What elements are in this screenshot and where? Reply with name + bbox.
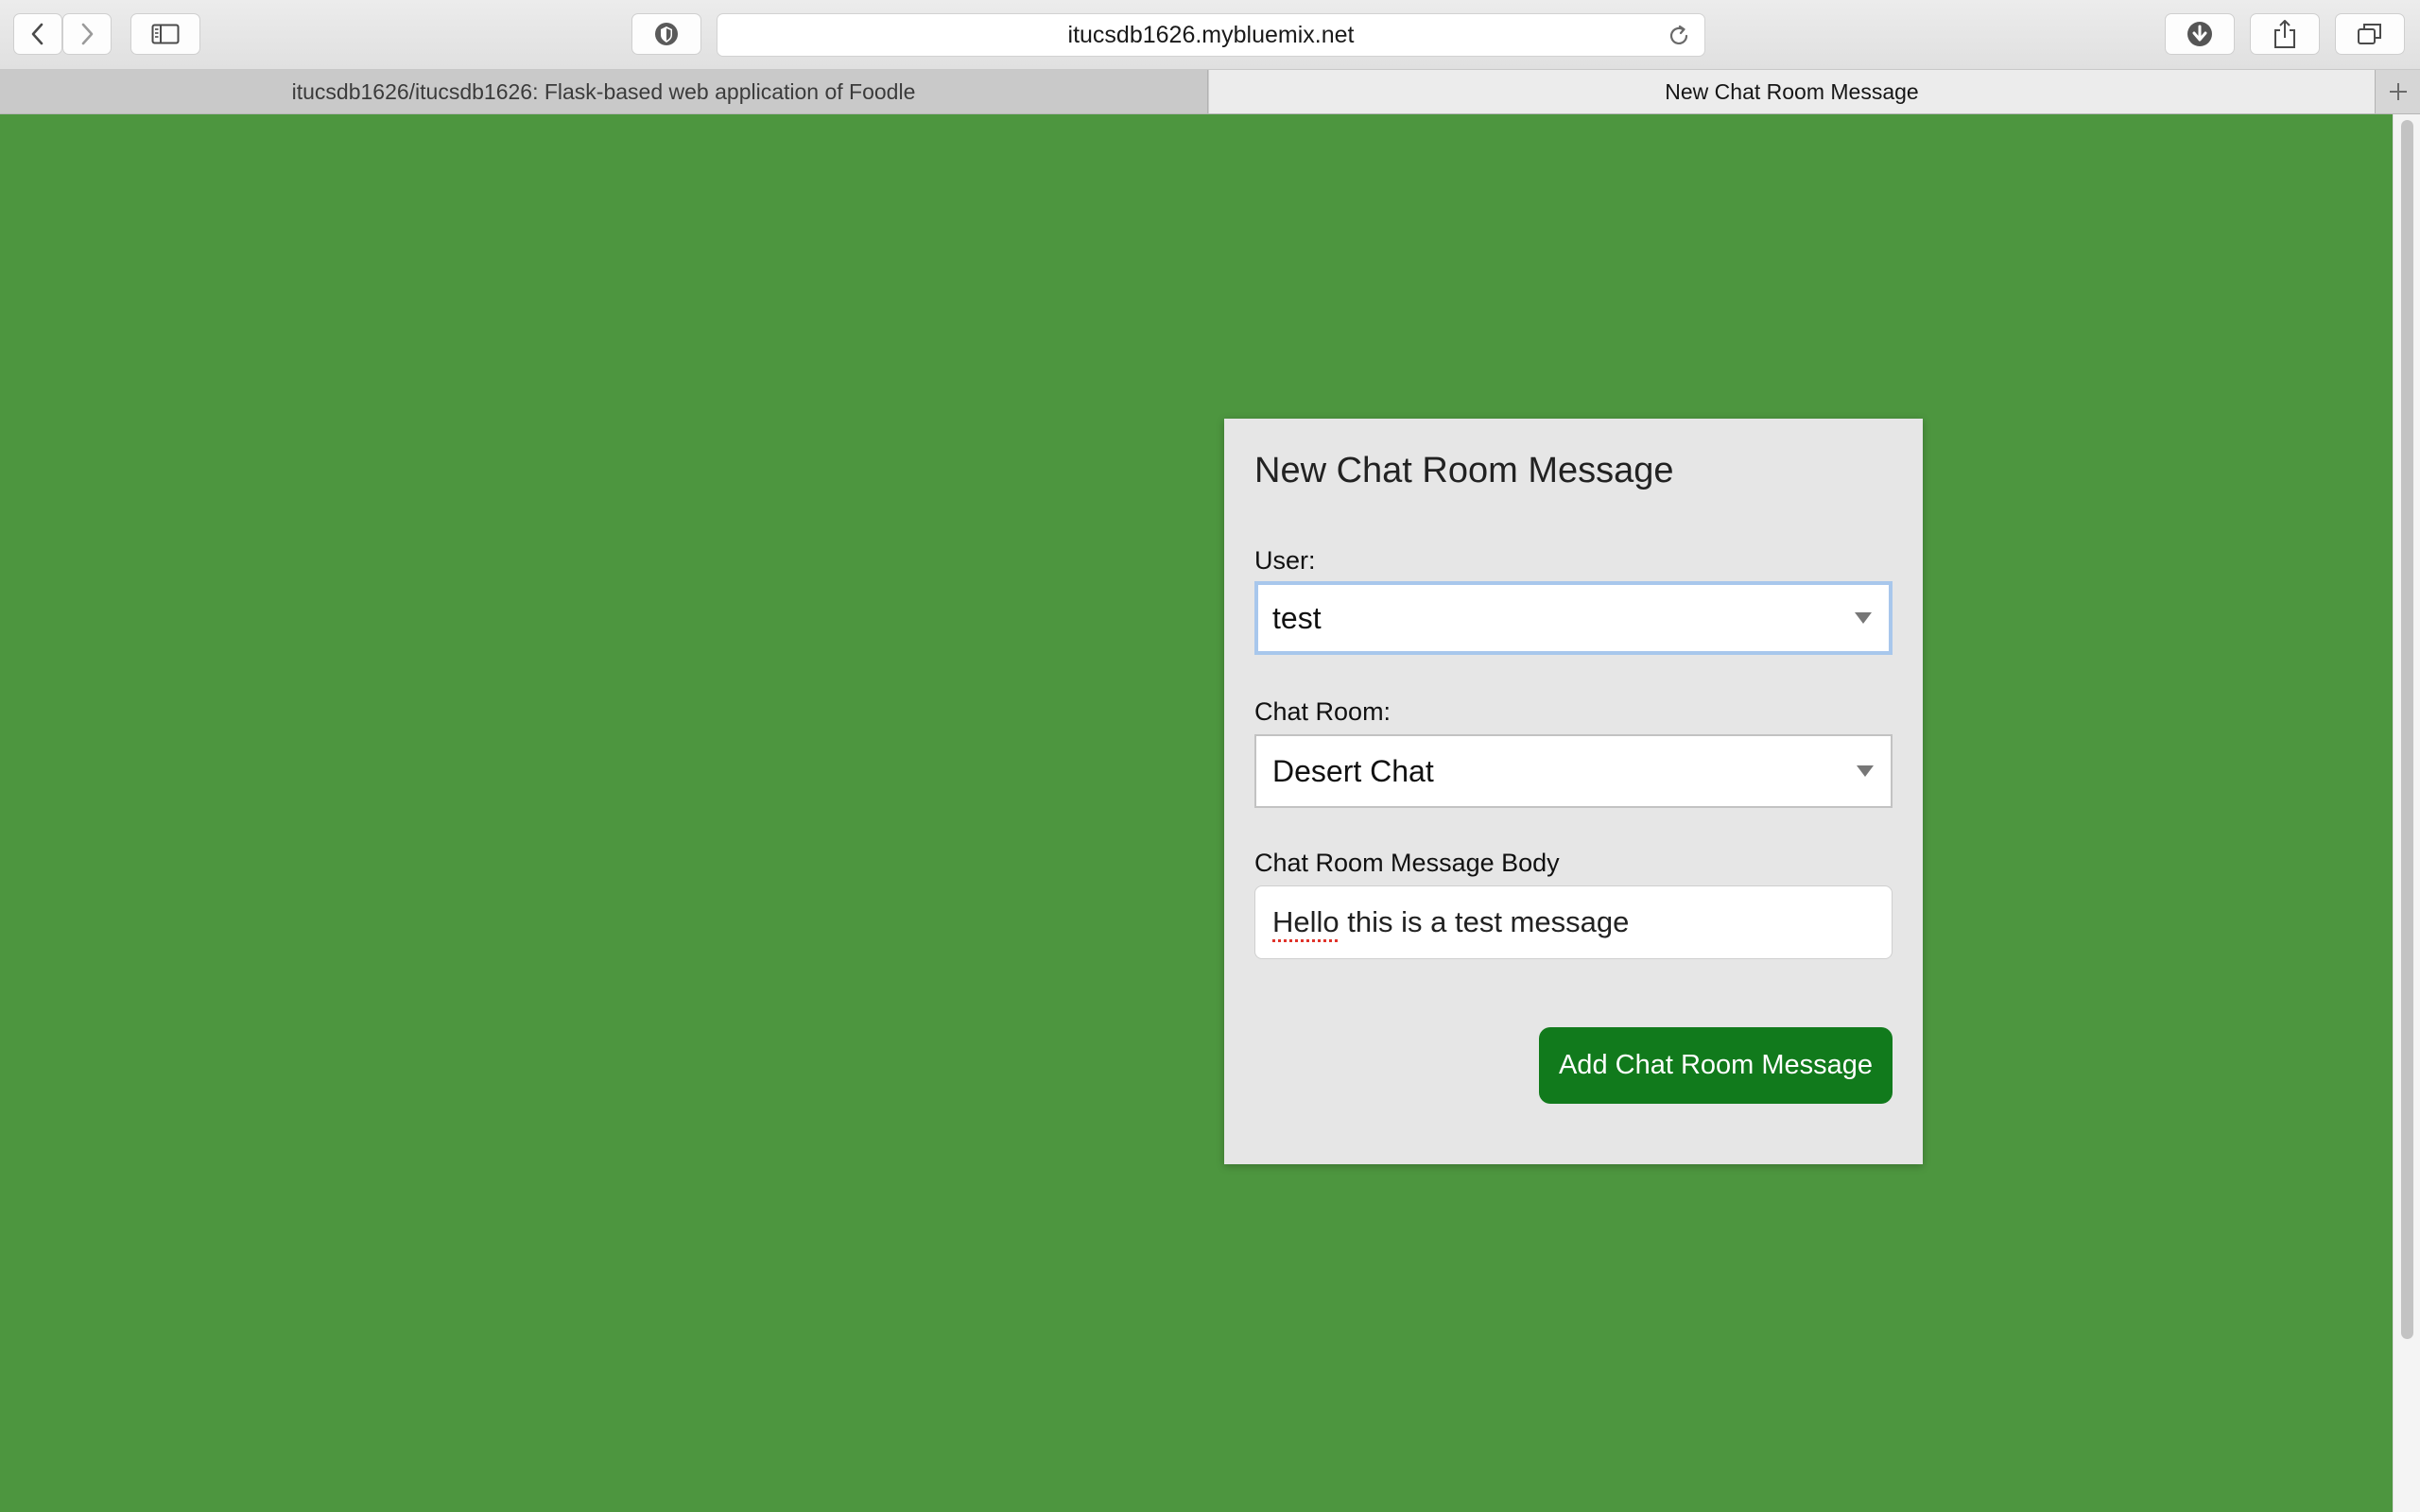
tab-strip: itucsdb1626/itucsdb1626: Flask-based web… xyxy=(0,70,2420,114)
forward-button[interactable] xyxy=(62,13,112,55)
chat-room-select[interactable]: Desert Chat xyxy=(1254,734,1893,808)
scrollbar[interactable] xyxy=(2393,114,2420,1512)
share-button[interactable] xyxy=(2250,13,2320,55)
chevron-right-icon xyxy=(81,23,94,45)
message-body-label: Chat Room Message Body xyxy=(1254,849,1560,877)
tabs-overview-icon xyxy=(2358,24,2381,44)
chat-room-select-value: Desert Chat xyxy=(1272,753,1434,788)
reload-button[interactable] xyxy=(1667,24,1691,53)
new-message-form: New Chat Room Message User: test Chat Ro… xyxy=(1224,419,1923,1164)
sidebar-button[interactable] xyxy=(130,13,200,55)
share-icon xyxy=(2274,20,2295,48)
user-select-value: test xyxy=(1272,600,1322,635)
plus-icon xyxy=(2389,83,2407,100)
scrollbar-thumb[interactable] xyxy=(2401,120,2413,1339)
address-text[interactable]: itucsdb1626.mybluemix.net xyxy=(717,14,1704,56)
user-select[interactable]: test xyxy=(1254,581,1893,655)
browser-toolbar: itucsdb1626.mybluemix.net xyxy=(0,0,2420,70)
reload-icon xyxy=(1669,25,1688,44)
misspelled-word: Hello xyxy=(1272,905,1340,938)
address-bar[interactable]: itucsdb1626.mybluemix.net xyxy=(717,13,1705,57)
downloads-button[interactable] xyxy=(2165,13,2235,55)
form-title: New Chat Room Message xyxy=(1254,451,1674,490)
new-tab-button[interactable] xyxy=(2375,70,2420,113)
privacy-shield-button[interactable] xyxy=(631,13,701,55)
back-button[interactable] xyxy=(13,13,62,55)
tabs-overview-button[interactable] xyxy=(2335,13,2405,55)
chevron-down-icon xyxy=(1857,765,1874,777)
page-background: New Chat Room Message User: test Chat Ro… xyxy=(0,114,2393,1512)
tab-new-chat-room-message[interactable]: New Chat Room Message xyxy=(1209,70,2375,113)
message-body-input[interactable]: Hello this is a test message xyxy=(1254,885,1893,959)
user-label: User: xyxy=(1254,546,1316,575)
download-icon xyxy=(2187,22,2212,46)
chat-room-label: Chat Room: xyxy=(1254,697,1392,726)
chevron-down-icon xyxy=(1855,612,1872,624)
add-chat-room-message-button[interactable]: Add Chat Room Message xyxy=(1539,1027,1893,1104)
sidebar-icon xyxy=(151,24,180,44)
chevron-left-icon xyxy=(31,23,43,45)
message-body-text: this is a test message xyxy=(1339,905,1630,938)
tab-github-repo[interactable]: itucsdb1626/itucsdb1626: Flask-based web… xyxy=(0,70,1208,113)
shield-icon xyxy=(655,23,678,45)
